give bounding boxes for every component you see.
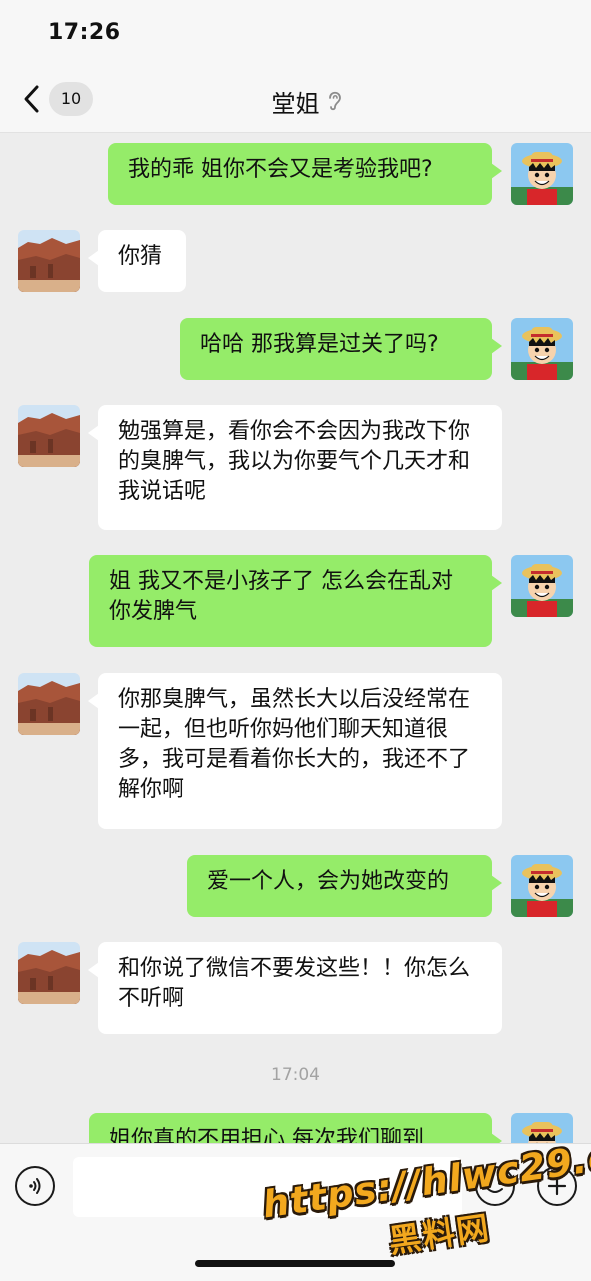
- my-avatar[interactable]: [511, 555, 573, 617]
- voice-input-button[interactable]: [15, 1166, 55, 1206]
- chat-title: 堂姐: [272, 90, 320, 118]
- message-bubble-sent[interactable]: 哈哈 那我算是过关了吗?: [180, 318, 492, 380]
- message-bubble-sent[interactable]: 姐 我又不是小孩子了 怎么会在乱对你发脾气: [89, 555, 492, 647]
- status-time: 17:26: [48, 20, 121, 45]
- cousin-avatar[interactable]: [18, 405, 80, 467]
- luffy-avatar-image: [511, 318, 573, 380]
- luffy-avatar-image: [511, 555, 573, 617]
- cousin-avatar[interactable]: [18, 230, 80, 292]
- desert-rock-avatar-image: [18, 673, 80, 735]
- message-bubble-received[interactable]: 你那臭脾气，虽然长大以后没经常在一起，但也听你妈他们聊天知道很多，我可是看着你长…: [98, 673, 502, 829]
- nav-bar: 10 堂姐: [0, 66, 591, 133]
- chat-area[interactable]: 我的乖 姐你不会又是考验我吧? 你猜 哈哈 那我算是过关了吗?: [0, 133, 591, 1143]
- message-bubble-sent[interactable]: 爱一个人，会为她改变的: [187, 855, 492, 917]
- desert-rock-avatar-image: [18, 942, 80, 1004]
- message-timestamp: 17:04: [0, 1065, 591, 1085]
- message-bubble-sent[interactable]: 我的乖 姐你不会又是考验我吧?: [108, 143, 492, 205]
- cousin-avatar[interactable]: [18, 942, 80, 1004]
- desert-rock-avatar-image: [18, 405, 80, 467]
- message-bubble-received[interactable]: 你猜: [98, 230, 186, 292]
- cousin-avatar[interactable]: [18, 673, 80, 735]
- luffy-avatar-image: [511, 855, 573, 917]
- my-avatar[interactable]: [511, 318, 573, 380]
- ear-icon: [326, 88, 344, 112]
- voice-icon: [24, 1175, 46, 1197]
- desert-rock-avatar-image: [18, 230, 80, 292]
- chat-title-bar: 堂姐: [0, 84, 591, 119]
- my-avatar[interactable]: [511, 855, 573, 917]
- status-bar: 17:26: [0, 0, 591, 66]
- message-bubble-sent[interactable]: 姐你真的不用担心 每次我们聊到: [89, 1113, 492, 1143]
- message-bubble-received[interactable]: 和你说了微信不要发这些！！你怎么不听啊: [98, 942, 502, 1034]
- my-avatar[interactable]: [511, 143, 573, 205]
- luffy-avatar-image: [511, 143, 573, 205]
- message-bubble-received[interactable]: 勉强算是，看你会不会因为我改下你的臭脾气，我以为你要气个几天才和我说话呢: [98, 405, 502, 530]
